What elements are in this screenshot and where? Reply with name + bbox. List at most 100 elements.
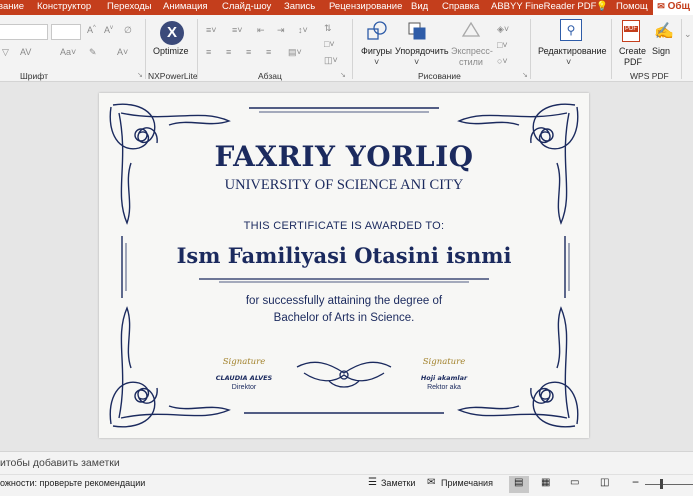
tab-help-search[interactable]: Помощ (616, 1, 648, 12)
paragraph-dialog-launcher-icon[interactable]: ↘ (340, 71, 346, 79)
ribbon: A^ Av ∅ ▽ AV Aa˅ ✎ A˅ Шрифт ↘ X Optimize… (0, 15, 693, 82)
group-label-wps-pdf: WPS PDF (630, 71, 669, 81)
grow-font-icon[interactable]: A^ (87, 25, 96, 35)
numbering-icon[interactable]: ≡˅ (232, 25, 243, 35)
arrange-icon (408, 22, 426, 40)
tab-review[interactable]: Рецензирование (329, 1, 402, 12)
ribbon-tab-bar: вание Конструктор Переходы Анимация Слай… (0, 0, 693, 16)
align-right-icon[interactable]: ≡ (246, 47, 251, 57)
justify-icon[interactable]: ≡ (266, 47, 271, 57)
accessibility-status[interactable]: ожности: проверьте рекомендации (0, 478, 145, 488)
font-color-icon[interactable]: A˅ (117, 47, 128, 57)
shapes-icon (367, 21, 387, 40)
columns-icon[interactable]: ▤˅ (288, 47, 302, 58)
quick-styles-button[interactable]: Экспресс- (451, 46, 493, 56)
notes-placeholder[interactable]: итобы добавить заметки (0, 457, 120, 469)
signature-role-right: Rektor aka (427, 384, 461, 391)
awarded-text: THIS CERTIFICATE IS AWARDED TO: (243, 220, 445, 232)
tab-design[interactable]: Конструктор (37, 1, 91, 12)
signature-right: Signature Hoji akamlar Rektor aka (409, 357, 479, 391)
degree-line-2: Bachelor of Arts in Science. (273, 312, 415, 324)
status-bar: ожности: проверьте рекомендации ☰ Заметк… (0, 474, 693, 496)
zoom-slider-thumb[interactable] (660, 479, 663, 489)
align-left-icon[interactable]: ≡ (206, 47, 211, 57)
share-label: Общ (667, 1, 690, 12)
signature-name-left: CLAUDIA ALVES (215, 374, 273, 382)
signature-role-left: Direktor (231, 384, 257, 391)
normal-view-button[interactable]: ▤ (509, 476, 529, 493)
decrease-indent-icon[interactable]: ⇤ (257, 25, 265, 36)
shapes-chevron-icon: ˅ (374, 57, 380, 67)
tab-animations[interactable]: Анимация (163, 1, 208, 12)
signature-script-right: Signature (422, 357, 466, 367)
zoom-slider-track[interactable] (645, 484, 693, 485)
share-icon: ✉ (657, 1, 665, 11)
font-more-icon[interactable]: ▽ (2, 47, 9, 58)
line-spacing-icon[interactable]: ↕˅ (298, 25, 308, 35)
editing-chevron-icon: ˅ (566, 57, 572, 67)
notes-toggle-button[interactable]: Заметки (381, 478, 415, 488)
clear-format-icon[interactable]: ∅ (124, 25, 132, 36)
optimize-button[interactable]: Optimize (153, 46, 189, 56)
find-icon: ⚲ (560, 19, 582, 41)
degree-line-1: for successfully attaining the degree of (245, 295, 443, 307)
drawing-dialog-launcher-icon[interactable]: ↘ (522, 71, 528, 79)
shape-outline-icon[interactable]: □˅ (497, 40, 508, 50)
reading-view-icon[interactable]: ▭ (570, 477, 579, 488)
lightbulb-icon: 💡 (596, 1, 608, 12)
quick-styles-line2: стили (459, 57, 483, 67)
shape-fill-icon[interactable]: ◈˅ (497, 24, 509, 35)
group-label-font: Шрифт (20, 71, 48, 81)
share-button[interactable]: ✉ Общ (653, 0, 693, 16)
change-case-icon[interactable]: Aa˅ (60, 47, 76, 57)
recipient-name: Ism Familiyasi Otasini isnmi (176, 243, 512, 268)
increase-indent-icon[interactable]: ⇥ (277, 25, 285, 36)
font-name-combo[interactable] (0, 24, 48, 40)
group-label-paragraph: Абзац (258, 71, 282, 81)
tab-slideshow[interactable]: Слайд-шоу (222, 1, 271, 12)
optimize-icon: X (160, 21, 184, 45)
shape-effects-icon[interactable]: ○˅ (497, 56, 508, 66)
font-size-combo[interactable] (51, 24, 81, 40)
create-pdf-icon: PDF (622, 20, 640, 42)
slide-sorter-icon[interactable]: ▦ (541, 477, 550, 488)
sign-icon: ✍ (654, 23, 674, 40)
zoom-out-icon[interactable]: − (632, 475, 639, 489)
shrink-font-icon[interactable]: Av (104, 25, 113, 35)
normal-view-icon: ▤ (514, 477, 524, 488)
signature-script-left: Signature (222, 357, 266, 367)
signature-name-right: Hoji akamlar (420, 374, 468, 382)
notes-pane[interactable]: итобы добавить заметки (0, 451, 693, 475)
char-spacing-icon[interactable]: AV (20, 47, 31, 57)
bullets-icon[interactable]: ≡˅ (206, 25, 217, 35)
sign-button[interactable]: Sign (652, 46, 670, 56)
slide-canvas[interactable]: FAXRIY YORLIQ UNIVERSITY OF SCIENCE ANI … (99, 93, 589, 438)
tab-record[interactable]: Запись (284, 1, 315, 12)
slideshow-icon[interactable]: ◫ (600, 477, 609, 488)
arrange-button[interactable]: Упорядочить (395, 46, 449, 56)
quick-styles-icon (461, 21, 481, 37)
create-pdf-line2: PDF (624, 57, 642, 67)
tab-abbyy[interactable]: ABBYY FineReader PDF (491, 1, 596, 12)
tab-help[interactable]: Справка (442, 1, 479, 12)
comments-toggle-button[interactable]: Примечания (441, 478, 493, 488)
highlight-icon[interactable]: ✎ (89, 47, 97, 58)
tab-view[interactable]: Вид (411, 1, 428, 12)
text-direction-icon[interactable]: ⇅ (324, 23, 332, 34)
shapes-button[interactable]: Фигуры (361, 46, 392, 56)
align-text-icon[interactable]: □˅ (324, 39, 335, 49)
comments-icon: ✉ (427, 477, 436, 488)
ribbon-scroll-icon[interactable]: ⌄ (684, 29, 692, 40)
font-dialog-launcher-icon[interactable]: ↘ (137, 71, 143, 79)
certificate-title: FAXRIY YORLIQ (214, 140, 474, 173)
group-label-drawing: Рисование (418, 71, 461, 81)
editing-button[interactable]: Редактирование (538, 46, 607, 56)
tab-transitions[interactable]: Переходы (107, 1, 152, 12)
group-label-nxpowerlite: NXPowerLite (148, 71, 198, 81)
arrange-chevron-icon: ˅ (414, 57, 420, 67)
tab-insert[interactable]: вание (0, 1, 24, 12)
smartart-icon[interactable]: ◫˅ (324, 55, 338, 66)
align-center-icon[interactable]: ≡ (226, 47, 231, 57)
create-pdf-button[interactable]: Create (619, 46, 646, 56)
signature-left: Signature CLAUDIA ALVES Direktor (209, 357, 279, 391)
